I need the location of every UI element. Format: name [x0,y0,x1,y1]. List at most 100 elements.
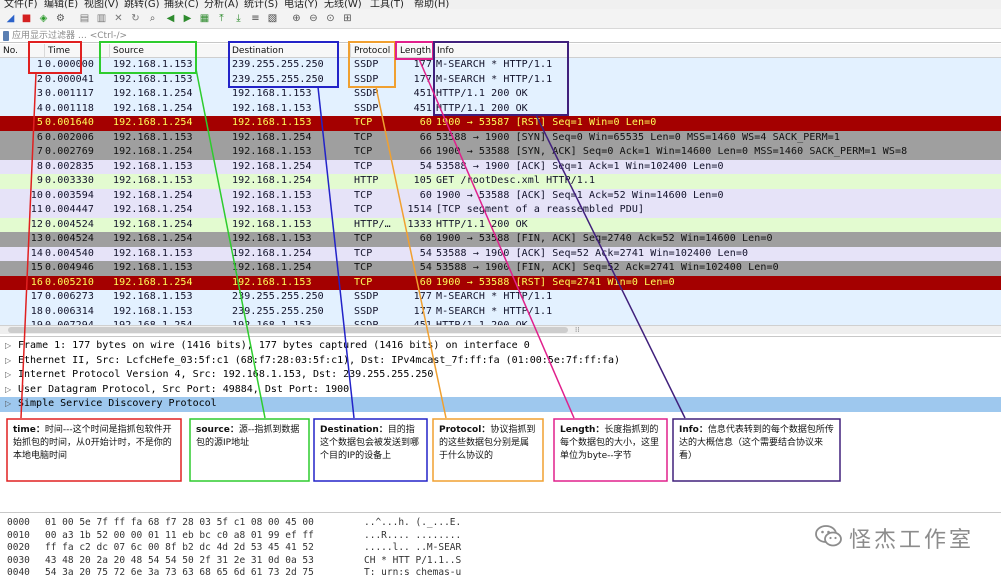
column-header-protocol[interactable]: Protocol [351,44,397,58]
options-icon[interactable]: ⚙ [54,12,67,25]
packet-row[interactable]: 3 0.001117 192.168.1.254 192.168.1.153 SSDP 4… [0,87,1001,102]
menu-item[interactable]: 分析(A) [204,0,239,9]
note-protocol: Protocol：协议指抓到的这些数据包分别是属于什么协议的 [435,421,541,479]
packet-source: 192.168.1.153 [113,73,193,85]
packet-source: 192.168.1.153 [113,131,193,143]
packet-time: 0.004447 [45,204,94,215]
column-header-source[interactable]: Source [110,44,229,58]
packet-length: 60 [419,233,432,244]
packet-row[interactable]: 12 0.004524 192.168.1.254 192.168.1.153 HTTP… [0,217,1001,232]
zoom-in-icon[interactable]: ⊕ [290,12,303,25]
shark-fin-icon[interactable]: ◢ [4,12,17,25]
packet-destination: 192.168.1.153 [232,88,312,99]
save-icon[interactable]: ▥ [95,12,108,25]
detail-tree-item[interactable]: ▷ Ethernet II, Src: LcfcHefe_03:5f:c1 (68… [0,354,1001,369]
note-length-title: Length： [560,425,605,435]
menu-item[interactable]: 文件(F) [4,0,38,9]
packet-row[interactable]: 1 0.000000 192.168.1.153 239.255.255.250 SSD… [0,58,1001,73]
packet-time: 0.006314 [45,305,94,317]
packet-row[interactable]: 13 0.004524 192.168.1.254 192.168.1.153 TCP 6… [0,232,1001,247]
packet-source: 192.168.1.254 [113,88,193,99]
column-header-time[interactable]: Time [45,44,110,58]
display-filter-bar [0,29,1001,43]
packet-row[interactable]: 11 0.004447 192.168.1.254 192.168.1.153 TCP 1… [0,203,1001,218]
packet-row[interactable]: 10 0.003594 192.168.1.254 192.168.1.153 TCP 6… [0,188,1001,203]
packet-row[interactable]: 17 0.006273 192.168.1.153 239.255.255.250 SS… [0,290,1001,305]
scrollbar-thumb[interactable] [8,327,568,333]
note-length: Length：长度指抓到的每个数据包的大小，这里单位为byte--字节 [556,421,665,479]
packet-protocol: TCP [354,233,373,244]
menu-item[interactable]: 跳转(G) [124,0,160,9]
zoom-out-icon[interactable]: ⊖ [307,12,320,25]
packet-list-hscrollbar[interactable] [0,325,1001,334]
open-icon[interactable]: ▤ [78,12,91,25]
close-file-icon[interactable]: ✕ [112,12,125,25]
menu-item[interactable]: 捕获(C) [164,0,199,9]
menu-bar: 文件(F) 编辑(E) 视图(V) 跳转(G) 捕获(C) 分析(A) 统计(S) 电话(Y)… [0,0,1001,9]
splitter-grip-icon[interactable]: ⁞⁞ [575,326,579,334]
packet-time: 0.003594 [45,189,94,201]
bookmark-icon[interactable] [3,31,9,41]
display-filter-input[interactable] [12,29,992,42]
packet-row[interactable]: 14 0.004540 192.168.1.153 192.168.1.254 TCP 5… [0,246,1001,261]
column-header-length[interactable]: Length [397,44,434,58]
restart-icon[interactable]: ◈ [37,12,50,25]
packet-no: 11 [30,204,43,215]
goto-icon[interactable]: ▦ [198,12,211,25]
expand-arrow-icon[interactable]: ▷ [5,339,11,354]
menu-item[interactable]: 帮助(H) [414,0,449,9]
packet-row[interactable]: 7 0.002769 192.168.1.254 192.168.1.153 TCP 66… [0,145,1001,160]
colorize-icon[interactable]: ▧ [266,12,279,25]
reload-icon[interactable]: ↻ [129,12,142,25]
detail-tree-item[interactable]: ▷ Frame 1: 177 bytes on wire (1416 bits),… [0,339,1001,354]
packet-length: 60 [419,276,432,288]
packet-time: 0.004946 [45,262,94,273]
autoscroll-icon[interactable]: ≡ [249,12,262,25]
packet-row[interactable]: 16 0.005210 192.168.1.254 192.168.1.153 TCP 6… [0,275,1001,290]
packet-row[interactable]: 5 0.001640 192.168.1.254 192.168.1.153 TCP 60… [0,116,1001,131]
back-icon[interactable]: ◀ [164,12,177,25]
zoom-reset-icon[interactable]: ⊙ [324,12,337,25]
expand-arrow-icon[interactable]: ▷ [5,397,11,412]
packet-no: 1 [36,59,43,70]
packet-source: 192.168.1.153 [113,175,193,186]
menu-item[interactable]: 无线(W) [324,0,362,9]
forward-icon[interactable]: ▶ [181,12,194,25]
resize-columns-icon[interactable]: ⊞ [341,12,354,25]
expand-arrow-icon[interactable]: ▷ [5,383,11,398]
packet-row[interactable]: 9 0.003330 192.168.1.153 192.168.1.254 HTTP 1… [0,174,1001,189]
packet-destination: 239.255.255.250 [232,73,324,85]
detail-tree-item[interactable]: ▷ Internet Protocol Version 4, Src: 192.1… [0,368,1001,383]
packet-source: 192.168.1.153 [113,262,193,273]
packet-row[interactable]: 4 0.001118 192.168.1.254 192.168.1.153 SSDP 4… [0,101,1001,116]
menu-item[interactable]: 电话(Y) [284,0,318,9]
packet-row[interactable]: 6 0.002006 192.168.1.153 192.168.1.254 TCP 66… [0,130,1001,145]
menu-item[interactable]: 编辑(E) [44,0,78,9]
packet-destination: 192.168.1.254 [232,175,312,186]
packet-row[interactable]: 15 0.004946 192.168.1.153 192.168.1.254 TCP 5… [0,261,1001,276]
packet-protocol: SSDP [354,73,379,85]
hex-ascii: CH * HTT P/1.1..S [364,554,462,566]
column-header-no[interactable]: No. [0,44,45,58]
stop-icon[interactable]: ■ [20,12,33,25]
packet-time: 0.000041 [45,73,94,85]
find-icon[interactable]: ⌕ [146,12,159,25]
packet-row[interactable]: 2 0.000041 192.168.1.153 239.255.255.250 SSD… [0,72,1001,87]
menu-item[interactable]: 视图(V) [84,0,119,9]
packet-protocol: TCP [354,160,373,172]
last-icon[interactable]: ⤓ [232,12,245,25]
packet-time: 0.004524 [45,218,94,230]
packet-destination: 239.255.255.250 [232,305,324,317]
expand-arrow-icon[interactable]: ▷ [5,368,11,383]
menu-item[interactable]: 统计(S) [244,0,278,9]
menu-item[interactable]: 工具(T) [370,0,404,9]
packet-row[interactable]: 8 0.002835 192.168.1.153 192.168.1.254 TCP 54… [0,159,1001,174]
detail-tree-item[interactable]: ▷ User Datagram Protocol, Src Port: 49884… [0,383,1001,398]
packet-row[interactable]: 18 0.006314 192.168.1.153 239.255.255.250 SS… [0,304,1001,319]
column-header-destination[interactable]: Destination [229,44,351,58]
detail-tree-item[interactable]: ▷ Simple Service Discovery Protocol [0,397,1001,412]
packet-length: 177 [413,305,432,317]
column-header-info[interactable]: Info [434,44,1001,58]
expand-arrow-icon[interactable]: ▷ [5,354,11,369]
first-icon[interactable]: ⤒ [215,12,228,25]
